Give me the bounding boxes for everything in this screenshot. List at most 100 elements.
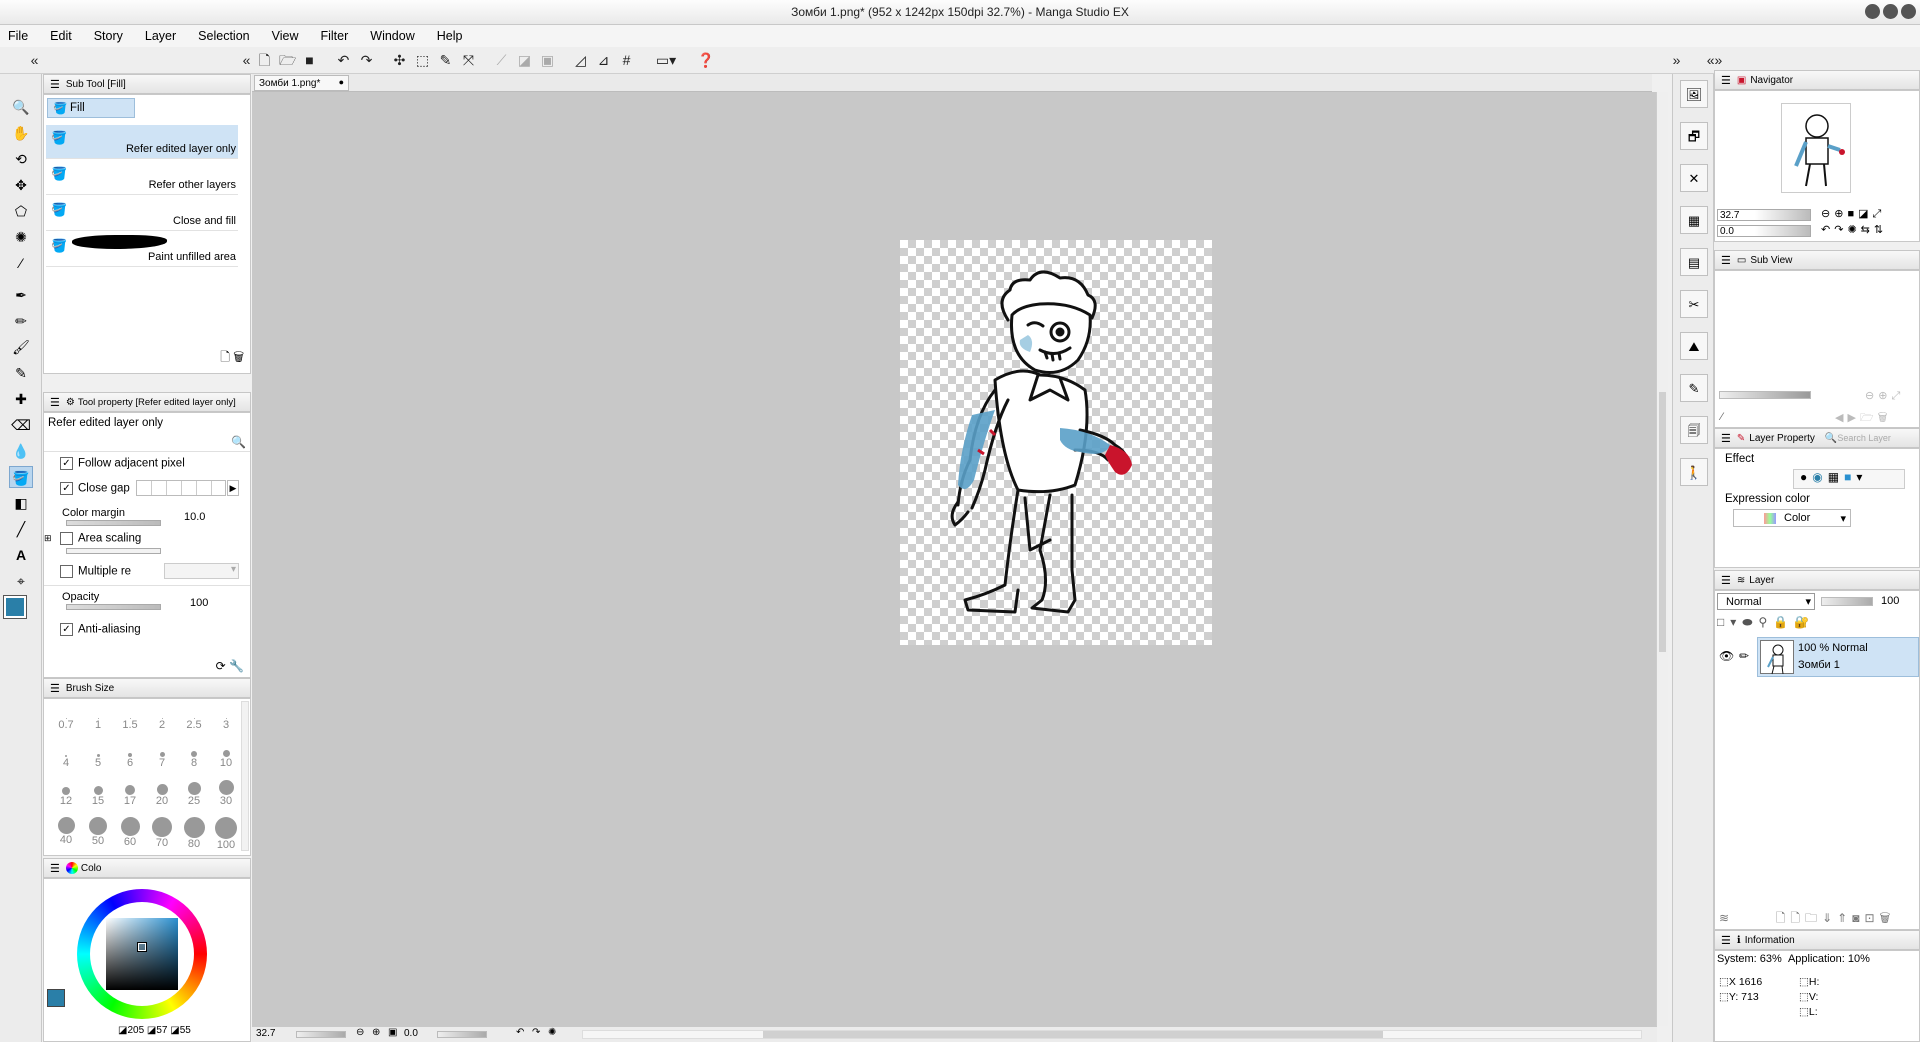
reset-icon[interactable]: ⟳ bbox=[216, 659, 226, 673]
expression-color-icon[interactable]: ■ bbox=[1844, 470, 1856, 484]
tone-effect-icon[interactable]: ▦ bbox=[1828, 470, 1844, 484]
brush-size-cell[interactable]: 7 bbox=[146, 741, 178, 779]
palette-menu-icon[interactable]: ☰ bbox=[1721, 432, 1731, 445]
saturation-value-square[interactable] bbox=[106, 918, 178, 990]
layer-header[interactable]: ☰ ≋ Layer bbox=[1714, 570, 1920, 590]
material-icon[interactable]: ✕ bbox=[1680, 164, 1708, 192]
brush-scrollbar[interactable] bbox=[241, 701, 249, 851]
close-tab-icon[interactable]: ● bbox=[339, 77, 344, 87]
subtool-item[interactable]: 🪣 Close and fill bbox=[46, 197, 238, 231]
fill-selection-icon[interactable]: ✎ bbox=[437, 52, 454, 69]
decoration-icon[interactable]: ✚ bbox=[9, 388, 33, 410]
move-icon[interactable]: ✥ bbox=[9, 174, 33, 196]
rotate-icon[interactable]: ⟲ bbox=[9, 148, 33, 170]
brush-size-cell[interactable]: 12 bbox=[50, 779, 82, 817]
lock-alpha-icon[interactable]: 🔐 bbox=[1794, 615, 1815, 629]
flip-icon[interactable]: ◪ bbox=[1858, 208, 1872, 220]
navigator-angle-field[interactable]: 0.0 bbox=[1717, 225, 1811, 237]
blend-mode-dropdown[interactable]: Normal ▾ bbox=[1717, 593, 1815, 610]
document-tab[interactable]: Зомби 1.png* ● bbox=[254, 75, 349, 91]
material-icon[interactable]: 🗐 bbox=[1680, 416, 1708, 444]
main-color-swatch[interactable] bbox=[47, 989, 65, 1007]
crop-icon[interactable]: ⟋ bbox=[493, 52, 510, 69]
open-folder-icon[interactable]: 🗁 bbox=[279, 52, 296, 69]
brush-size-cell[interactable]: 100 bbox=[210, 817, 242, 855]
eyedropper-icon[interactable]: ⁄ bbox=[1721, 411, 1723, 423]
palette-menu-icon[interactable]: ☰ bbox=[50, 682, 60, 695]
ruler-icon[interactable]: ⊡ bbox=[1864, 911, 1879, 925]
multiple-ref-dropdown[interactable]: ▾ bbox=[164, 563, 239, 579]
follow-adjacent-row[interactable]: ✓ Follow adjacent pixel bbox=[60, 457, 185, 470]
anti-aliasing-row[interactable]: ✓ Anti-aliasing bbox=[60, 623, 141, 636]
save-icon[interactable]: ■ bbox=[301, 52, 318, 69]
trash-icon[interactable]: 🗑 bbox=[1878, 412, 1892, 424]
deselect-icon[interactable]: ▣ bbox=[539, 52, 556, 69]
material-icon[interactable]: 🖼 bbox=[1680, 80, 1708, 108]
menu-selection[interactable]: Selection bbox=[198, 29, 249, 43]
palette-menu-icon[interactable]: ☰ bbox=[50, 78, 60, 91]
transfer-icon[interactable]: ⇑ bbox=[1837, 911, 1852, 925]
reset-rotation-icon[interactable]: ✺ bbox=[1847, 224, 1860, 236]
brush-size-cell[interactable]: 8 bbox=[178, 741, 210, 779]
menu-layer[interactable]: Layer bbox=[145, 29, 176, 43]
opacity-value[interactable]: 100 bbox=[190, 597, 208, 609]
eye-icon[interactable]: 👁 bbox=[1719, 649, 1734, 663]
blend-icon[interactable]: 💧 bbox=[9, 440, 33, 462]
transform-icon[interactable]: ✣ bbox=[391, 52, 408, 69]
fit-icon[interactable]: ▣ bbox=[388, 1027, 397, 1038]
subview-zoom-slider[interactable] bbox=[1719, 391, 1811, 399]
layer-color-swatch[interactable]: □ bbox=[1717, 615, 1730, 629]
info-header[interactable]: ☰ ℹ Information bbox=[1714, 930, 1920, 950]
help-icon[interactable]: ❓ bbox=[697, 52, 714, 69]
brush-size-cell[interactable]: 70 bbox=[146, 817, 178, 855]
brush-size-cell[interactable]: 60 bbox=[114, 817, 146, 855]
ruler-icon[interactable]: ◿ bbox=[572, 52, 589, 69]
brush-size-cell[interactable]: 3 bbox=[210, 703, 242, 741]
reference-icon[interactable]: ⚲ bbox=[1759, 615, 1774, 629]
pencil-icon[interactable]: ✏ bbox=[9, 310, 33, 332]
menu-view[interactable]: View bbox=[272, 29, 299, 43]
new-layer-icon[interactable]: 🗋 bbox=[1776, 911, 1791, 925]
reset-rotation-icon[interactable]: ✺ bbox=[548, 1027, 556, 1038]
menu-filter[interactable]: Filter bbox=[320, 29, 348, 43]
magic-wand-icon[interactable]: ✺ bbox=[9, 226, 33, 248]
prev-icon[interactable]: ◀ bbox=[1835, 412, 1847, 424]
palette-menu-icon[interactable]: ☰ bbox=[1721, 74, 1731, 87]
perspective-icon[interactable]: ⊿ bbox=[595, 52, 612, 69]
collapse-left-icon[interactable]: « bbox=[26, 52, 43, 69]
zoom-settings-icon[interactable]: 🔍 bbox=[231, 435, 246, 449]
follow-adjacent-checkbox[interactable]: ✓ bbox=[60, 457, 73, 470]
color-tab-label[interactable]: Colo bbox=[81, 863, 102, 874]
brush-size-cell[interactable]: 4 bbox=[50, 741, 82, 779]
brush-size-cell[interactable]: 20 bbox=[146, 779, 178, 817]
brush-size-cell[interactable]: 30 bbox=[210, 779, 242, 817]
rotate-left-icon[interactable]: ↶ bbox=[1821, 224, 1834, 236]
flip-horizontal-icon[interactable]: ⇆ bbox=[1861, 224, 1874, 236]
eyedropper-icon[interactable]: ⁄ bbox=[9, 252, 33, 274]
zoom-icon[interactable]: 🔍 bbox=[9, 96, 33, 118]
zoom-out-icon[interactable]: ⊖ bbox=[356, 1027, 364, 1038]
brush-size-cell[interactable]: 2 bbox=[146, 703, 178, 741]
material-icon[interactable]: ▤ bbox=[1680, 248, 1708, 276]
close-gap-row[interactable]: ✓ Close gap bbox=[60, 482, 130, 495]
scale-icon[interactable]: ⤧ bbox=[460, 52, 477, 69]
figure-icon[interactable]: 🚶 bbox=[1680, 458, 1708, 486]
zoom-out-icon[interactable]: ⊖ bbox=[1821, 208, 1834, 220]
flip-vertical-icon[interactable]: ⇅ bbox=[1874, 224, 1887, 236]
rotation-slider[interactable] bbox=[437, 1031, 487, 1038]
zoom-in-icon[interactable]: ⊕ bbox=[372, 1027, 380, 1038]
area-scaling-checkbox[interactable] bbox=[60, 532, 73, 545]
zoom-out-icon[interactable]: ⊖ bbox=[1865, 390, 1878, 402]
toolprop-panel-header[interactable]: ☰ ⚙ Tool property [Refer edited layer on… bbox=[43, 392, 251, 412]
airbrush-icon[interactable]: ✎ bbox=[9, 362, 33, 384]
trash-icon[interactable]: 🗑 bbox=[233, 350, 244, 364]
scrollbar-thumb[interactable] bbox=[763, 1031, 1383, 1038]
material-icon[interactable]: ✂ bbox=[1680, 290, 1708, 318]
color-margin-slider[interactable] bbox=[66, 520, 161, 526]
clip-icon[interactable]: ⬬ bbox=[1742, 615, 1758, 629]
brush-size-cell[interactable]: 15 bbox=[82, 779, 114, 817]
close-gap-checkbox[interactable]: ✓ bbox=[60, 482, 73, 495]
undo-icon[interactable]: ↶ bbox=[335, 52, 352, 69]
redo-icon[interactable]: ↷ bbox=[358, 52, 375, 69]
subtool-item[interactable]: 🪣 Paint unfilled area bbox=[46, 233, 238, 267]
